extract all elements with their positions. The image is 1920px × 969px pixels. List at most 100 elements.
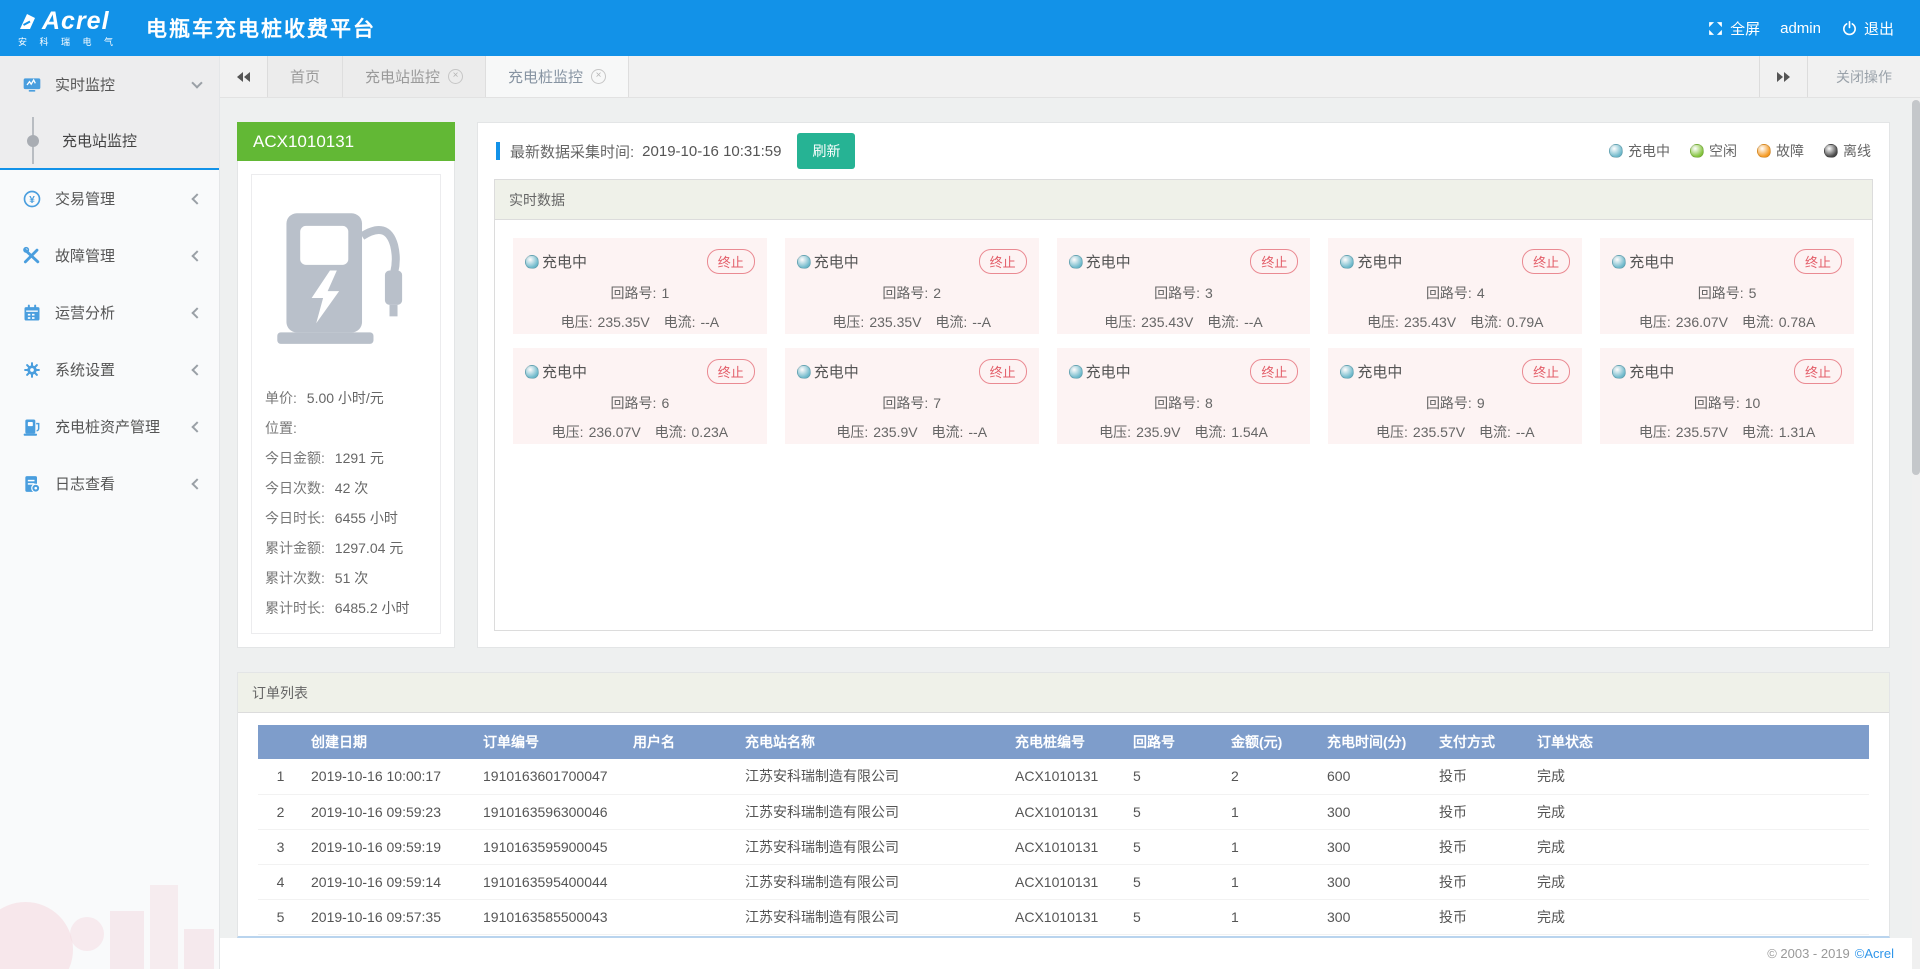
voltage-value: 235.43V <box>1404 314 1456 330</box>
table-cell: ACX1010131 <box>1007 829 1125 864</box>
status-dot-icon <box>1612 365 1626 379</box>
username[interactable]: admin <box>1780 20 1821 37</box>
scrollbar-thumb[interactable] <box>1912 100 1920 475</box>
circuit-number-line: 回路号:1 <box>525 283 755 303</box>
orders-panel: 订单列表 创建日期订单编号用户名充电站名称充电桩编号回路号金额(元)充电时间(分… <box>237 672 1890 938</box>
stat-label: 今日金额: <box>265 450 325 466</box>
circuit-values-line: 电压:235.35V 电流:--A <box>525 312 755 332</box>
terminate-button[interactable]: 终止 <box>1794 359 1842 384</box>
table-cell: 5 <box>1125 794 1223 829</box>
sidebar-subitem[interactable]: 充电站监控 <box>0 113 219 168</box>
table-cell: 1 <box>1223 794 1319 829</box>
legend-label: 空闲 <box>1709 141 1737 161</box>
circuit-number: 8 <box>1205 395 1213 411</box>
status-dot-icon <box>1069 365 1083 379</box>
tab-2[interactable]: 充电站监控× <box>343 56 486 97</box>
table-cell: ACX1010131 <box>1007 759 1125 794</box>
sidebar-item-1[interactable]: 实时监控 <box>0 56 219 113</box>
terminate-button[interactable]: 终止 <box>979 249 1027 274</box>
terminate-button[interactable]: 终止 <box>707 359 755 384</box>
column-header: 金额(元) <box>1223 725 1319 759</box>
sidebar-item-6[interactable]: 充电桩资产管理 <box>0 398 219 455</box>
footer-brand-link[interactable]: ©Acrel <box>1855 946 1894 961</box>
page-title: 电瓶车充电桩收费平台 <box>146 13 376 43</box>
legend-label: 故障 <box>1776 141 1804 161</box>
close-icon[interactable]: × <box>448 69 463 84</box>
circuit-number: 6 <box>661 395 669 411</box>
fullscreen-button[interactable]: 全屏 <box>1707 18 1760 39</box>
table-cell: 1910163601700047 <box>475 759 625 794</box>
column-header: 充电桩编号 <box>1007 725 1125 759</box>
charging-pile-icon <box>22 417 42 437</box>
refresh-button[interactable]: 刷新 <box>797 133 855 169</box>
sidebar-group-5: 系统设置 <box>0 341 219 398</box>
table-cell: 投币 <box>1431 759 1529 794</box>
table-cell <box>625 759 737 794</box>
table-row[interactable]: 42019-10-16 09:59:141910163595400044江苏安科… <box>258 864 1869 899</box>
table-cell: 1 <box>258 759 303 794</box>
sidebar-item-3[interactable]: 故障管理 <box>0 227 219 284</box>
circuit-number: 9 <box>1477 395 1485 411</box>
table-row[interactable]: 52019-10-16 09:57:351910163585500043江苏安科… <box>258 899 1869 934</box>
vertical-scrollbar[interactable] <box>1912 98 1920 969</box>
circuit-values-line: 电压:235.57V 电流:--A <box>1340 422 1570 442</box>
circuit-status: 充电中 <box>1629 361 1674 382</box>
column-header: 充电时间(分) <box>1319 725 1431 759</box>
close-icon[interactable]: × <box>591 69 606 84</box>
sidebar-item-5[interactable]: 系统设置 <box>0 341 219 398</box>
calendar-icon <box>22 303 42 323</box>
sidebar-item-label: 日志查看 <box>55 473 115 494</box>
tab-bar: 首页 充电站监控× 充电桩监控× 关闭操作 <box>220 56 1920 98</box>
status-dot-icon <box>1612 255 1626 269</box>
terminate-button[interactable]: 终止 <box>1250 249 1298 274</box>
column-header: 订单编号 <box>475 725 625 759</box>
close-operations-button[interactable]: 关闭操作 <box>1807 56 1920 97</box>
monitor-icon <box>22 75 42 95</box>
stat-label: 位置: <box>265 420 297 436</box>
sidebar-item-label: 交易管理 <box>55 188 115 209</box>
terminate-button[interactable]: 终止 <box>979 359 1027 384</box>
stat-label: 累计金额: <box>265 540 325 556</box>
circuit-number-line: 回路号:9 <box>1340 393 1570 413</box>
legend-label: 充电中 <box>1628 141 1670 161</box>
sidebar-item-2[interactable]: ¥ 交易管理 <box>0 170 219 227</box>
table-cell: 5 <box>258 899 303 934</box>
sidebar-group-3: 故障管理 <box>0 227 219 284</box>
terminate-button[interactable]: 终止 <box>1250 359 1298 384</box>
fullscreen-label: 全屏 <box>1730 18 1760 39</box>
circuit-number: 7 <box>933 395 941 411</box>
tabs-scroll-left-button[interactable] <box>220 56 268 97</box>
terminate-button[interactable]: 终止 <box>707 249 755 274</box>
tab-1[interactable]: 首页 <box>268 56 343 97</box>
terminate-button[interactable]: 终止 <box>1522 249 1570 274</box>
circuit-status: 充电中 <box>1357 251 1402 272</box>
tab-3[interactable]: 充电桩监控× <box>486 56 629 97</box>
tabs-scroll-right-button[interactable] <box>1759 56 1807 97</box>
circuit-number-line: 回路号:8 <box>1069 393 1299 413</box>
log-icon <box>22 474 42 494</box>
terminate-button[interactable]: 终止 <box>1794 249 1842 274</box>
stat-value: 1297.04 元 <box>335 540 404 556</box>
double-right-arrow-icon <box>1777 72 1783 82</box>
circuit-number: 5 <box>1749 285 1757 301</box>
table-cell: 1910163596300046 <box>475 794 625 829</box>
logout-button[interactable]: 退出 <box>1841 18 1894 39</box>
voltage-value: 235.9V <box>873 424 917 440</box>
circuit-status: 充电中 <box>542 251 587 272</box>
station-stat-row: 位置: <box>265 413 427 443</box>
circuit-number-line: 回路号:5 <box>1612 283 1842 303</box>
circuit-card: 充电中 终止 回路号:8 电压:235.9V 电流:1.54A <box>1057 348 1311 444</box>
sidebar-item-7[interactable]: 日志查看 <box>0 455 219 512</box>
table-row[interactable]: 12019-10-16 10:00:171910163601700047江苏安科… <box>258 759 1869 794</box>
table-row[interactable]: 22019-10-16 09:59:231910163596300046江苏安科… <box>258 794 1869 829</box>
stat-value: 1291 元 <box>335 450 384 466</box>
orders-title: 订单列表 <box>238 673 1889 713</box>
voltage-value: 235.43V <box>1141 314 1193 330</box>
table-cell: 2019-10-16 09:59:14 <box>303 864 475 899</box>
sidebar-item-4[interactable]: 运营分析 <box>0 284 219 341</box>
realtime-data-panel: 实时数据 充电中 终止 回路号:1 电压:235.35V 电流:--A 充电中 … <box>494 179 1873 631</box>
table-row[interactable]: 32019-10-16 09:59:191910163595900045江苏安科… <box>258 829 1869 864</box>
sidebar-item-label: 故障管理 <box>55 245 115 266</box>
terminate-button[interactable]: 终止 <box>1522 359 1570 384</box>
table-cell: 2019-10-16 10:00:17 <box>303 759 475 794</box>
